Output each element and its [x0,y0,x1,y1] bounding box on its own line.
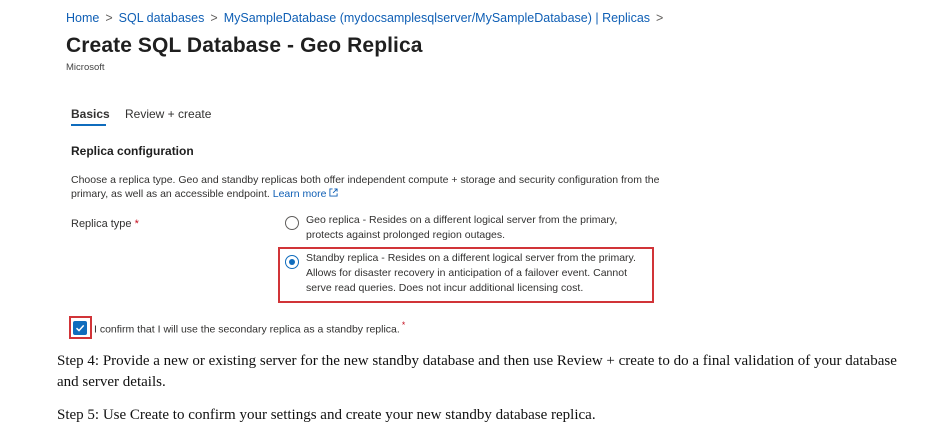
breadcrumb-separator: > [656,11,664,25]
confirm-checkbox[interactable] [73,321,87,335]
breadcrumb-separator: > [105,11,113,25]
section-description: Choose a replica type. Geo and standby r… [71,173,671,201]
page-title: Create SQL Database - Geo Replica [66,34,423,57]
checkmark-icon [75,324,85,332]
tab-basics[interactable]: Basics [71,107,110,121]
step-4-text: Step 4: Provide a new or existing server… [57,353,897,390]
required-marker: * [401,320,406,330]
description-text: Choose a replica type. Geo and standby r… [71,174,660,200]
active-tab-indicator [71,124,106,126]
breadcrumb-replicas[interactable]: MySampleDatabase (mydocsamplesqlserver/M… [224,11,650,25]
geo-replica-line1: Geo replica - Resides on a different log… [306,214,618,226]
breadcrumb-sql-databases[interactable]: SQL databases [119,11,205,25]
more-options-button[interactable]: ... [406,36,421,52]
breadcrumb: Home > SQL databases > MySampleDatabase (myd… [66,11,669,25]
publisher-label: Microsoft [66,62,105,73]
standby-replica-option-text: Standby replica - Resides on a different… [306,251,636,296]
standby-replica-radio[interactable] [285,255,299,269]
section-title: Replica configuration [71,144,194,158]
standby-replica-line3: serve read queries. Does not incur addit… [306,282,584,294]
external-link-icon [329,188,338,197]
replica-type-label-text: Replica type [71,218,132,230]
standby-replica-line2: Allows for disaster recovery in anticipa… [306,267,627,279]
tab-review-create[interactable]: Review + create [125,107,211,121]
standby-replica-line1: Standby replica - Resides on a different… [306,252,636,264]
breadcrumb-separator: > [210,11,218,25]
learn-more-label: Learn more [272,188,327,200]
geo-replica-line2: protects against prolonged region outage… [306,229,506,241]
geo-replica-option-text: Geo replica - Resides on a different log… [306,213,617,243]
step-5-text: Step 5: Use Create to confirm your setti… [57,407,596,423]
confirm-label-text: I confirm that I will use the secondary … [94,323,400,336]
geo-replica-radio[interactable] [285,216,299,230]
breadcrumb-home[interactable]: Home [66,11,99,25]
required-marker: * [134,218,139,230]
learn-more-link[interactable]: Learn more [273,188,339,200]
replica-type-label: Replica type * [71,218,139,230]
confirm-label: I confirm that I will use the secondary … [94,320,405,336]
